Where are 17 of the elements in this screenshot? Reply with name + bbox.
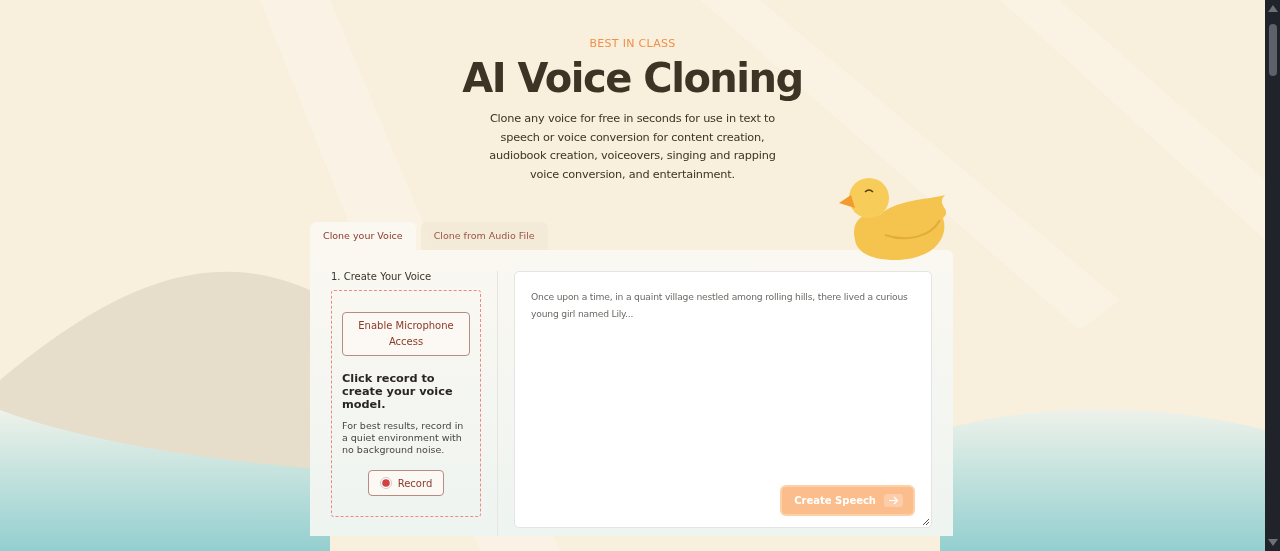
scroll-thumb[interactable] [1268,24,1277,76]
record-button[interactable]: Record [367,470,445,496]
resize-grip-icon[interactable] [922,518,929,525]
tab[interactable]: Clone from Audio File [420,222,548,250]
scroll-up-icon[interactable] [1267,5,1278,12]
page-title: AI Voice Cloning [462,54,803,102]
arrow-right-icon [888,496,899,505]
record-hint: For best results, record in a quiet environment with no background noise. [342,420,465,456]
eyebrow-label: BEST IN CLASS [589,37,676,50]
tab[interactable]: Clone your Voice [310,222,416,250]
scroll-down-icon[interactable] [1267,539,1278,546]
scrollbar[interactable] [1265,0,1280,551]
section-heading: 1. Create Your Voice [331,271,433,282]
record-icon [379,477,392,489]
hero-description: Clone any voice for free in seconds for use in text to speech or voice conversion for content creation, audiobook creation, voiceovers, singing and rapping voice conversion, and entertainment. [488,111,777,183]
enable-microphone-button[interactable]: Enable Microphone Access [342,312,470,356]
record-prompt: Click record to create your voice model. [342,372,454,411]
